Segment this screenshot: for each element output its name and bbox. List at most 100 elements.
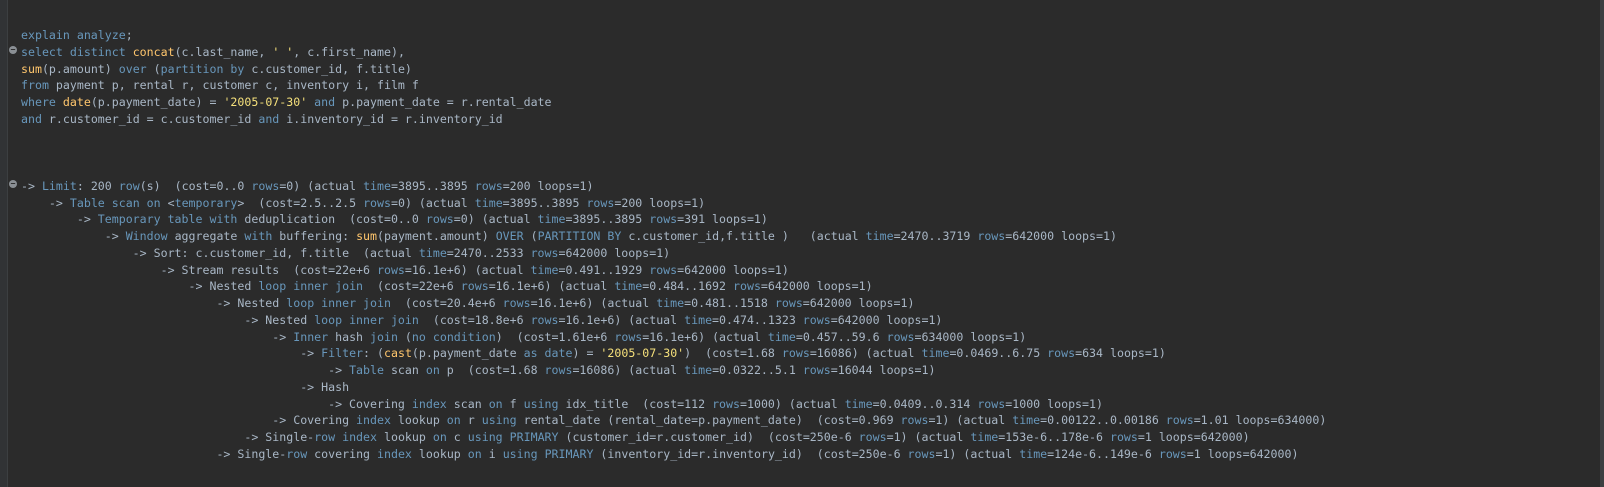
- code-token: rows: [802, 312, 831, 327]
- code-line[interactable]: -> Table scan on p (cost=1.68 rows=16086…: [21, 362, 935, 378]
- code-line[interactable]: explain analyze;: [21, 27, 133, 43]
- code-token: Inner: [293, 329, 329, 344]
- code-line[interactable]: -> Stream results (cost=22e+6 rows=16.1e…: [21, 262, 789, 278]
- code-line[interactable]: -> Nested loop inner join (cost=22e+6 ro…: [21, 278, 873, 294]
- code-line[interactable]: -> Single-row covering index lookup on i…: [21, 446, 1298, 462]
- code-token: =0) (actual: [279, 178, 364, 193]
- code-token: row: [286, 446, 308, 461]
- code-token: ->: [21, 178, 42, 193]
- code-line[interactable]: -> Nested loop inner join (cost=20.4e+6 …: [21, 295, 914, 311]
- code-token: =1 loops=642000): [1186, 446, 1299, 461]
- code-line[interactable]: where date(p.payment_date) = '2005-07-30…: [21, 94, 552, 110]
- code-token: =200 loops=1): [614, 195, 706, 210]
- code-line[interactable]: -> Covering index lookup on r using rent…: [21, 412, 1326, 428]
- code-line[interactable]: -> Sort: c.customer_id, f.title (actual …: [21, 245, 671, 261]
- code-line[interactable]: -> Covering index scan on f using idx_ti…: [21, 396, 1103, 412]
- code-token: row: [118, 178, 140, 193]
- code-line[interactable]: -> Single-row index lookup on c using PR…: [21, 429, 1249, 445]
- code-line[interactable]: -> Filter: (cast(p.payment_date as date)…: [21, 345, 1166, 361]
- code-token: =0) (actual: [453, 212, 538, 227]
- code-line[interactable]: from payment p, rental r, customer c, in…: [21, 77, 419, 93]
- code-token: =1.01 loops=634000): [1193, 413, 1327, 428]
- code-token: =1) (actual: [928, 413, 1013, 428]
- code-token: loop inner join: [258, 279, 364, 294]
- code-token: ) (cost=1.68: [684, 346, 782, 361]
- code-line[interactable]: and r.customer_id = c.customer_id and i.…: [21, 111, 503, 127]
- code-token: ->: [21, 363, 350, 377]
- code-token: rows: [1109, 430, 1138, 444]
- code-token: PARTITION BY: [537, 229, 622, 243]
- code-token: =124e-6..149e-6: [1047, 446, 1159, 461]
- code-token: time: [474, 195, 503, 210]
- code-token: (cost=22e+6: [363, 279, 461, 294]
- code-token: time: [418, 245, 447, 260]
- code-token: <: [160, 195, 175, 210]
- code-token: =642000 loops=1): [802, 296, 915, 310]
- code-token: rows: [530, 312, 559, 327]
- code-token: =634 loops=1): [1075, 346, 1166, 361]
- code-token: join: [370, 329, 398, 344]
- code-token: time: [970, 430, 999, 444]
- code-token: cast: [384, 346, 412, 361]
- code-token: -> Nested: [21, 279, 259, 294]
- code-token: =153e-6..178e-6: [998, 430, 1110, 444]
- sql-editor[interactable]: explain analyze; select distinct concat(c…: [0, 0, 1604, 487]
- code-token: on: [488, 396, 503, 411]
- code-token: =16.1e+6) (actual: [558, 312, 685, 327]
- code-token: -> Stream results (cost=22e+6: [21, 262, 377, 277]
- code-token: and: [258, 111, 280, 126]
- fold-marker-icon[interactable]: −: [9, 180, 17, 188]
- code-line[interactable]: -> Hash: [21, 379, 349, 395]
- code-token: (p.payment_date) =: [90, 95, 224, 109]
- code-token: i: [481, 446, 503, 461]
- code-line[interactable]: select distinct concat(c.last_name, ' ',…: [21, 44, 405, 60]
- code-line[interactable]: -> Nested loop inner join (cost=18.8e+6 …: [21, 312, 942, 328]
- code-token: ->: [21, 329, 294, 344]
- code-token: =634000 loops=1): [914, 329, 1027, 344]
- editor-scrollbar[interactable]: [1600, 0, 1604, 487]
- code-token: rows: [858, 430, 887, 444]
- code-token: rows: [530, 245, 559, 260]
- code-line[interactable]: -> Window aggregate with buffering: sum(…: [21, 228, 1117, 244]
- code-token: =16086) (actual: [572, 363, 685, 377]
- code-token: rows: [802, 363, 831, 377]
- code-line[interactable]: sum(p.amount) over (partition by c.custo…: [21, 61, 412, 77]
- code-token: rows: [502, 296, 531, 310]
- code-token: -> Nested: [21, 312, 315, 327]
- code-token: =0.491..1929: [558, 262, 650, 277]
- code-token: rows: [733, 279, 761, 294]
- code-token: (p.amount): [41, 61, 119, 76]
- code-token: c.customer_id, f.title): [244, 61, 412, 76]
- code-token: aggregate: [167, 229, 245, 243]
- code-token: =642000 loops=1): [677, 262, 789, 277]
- code-token: (cost=18.8e+6: [418, 312, 531, 327]
- code-token: rows: [544, 363, 573, 377]
- code-token: covering: [307, 446, 378, 461]
- code-token: =0.457..59.6: [795, 329, 887, 344]
- code-token: i.inventory_id = r.inventory_id: [279, 111, 503, 126]
- code-line[interactable]: -> Inner hash join (no condition) (cost=…: [21, 329, 1026, 345]
- code-token: loop inner join: [314, 312, 419, 327]
- code-token: payment p, rental r, customer c, invento…: [48, 78, 419, 93]
- code-token: explain analyze: [21, 28, 126, 42]
- code-token: no condition: [411, 329, 496, 344]
- code-token: buffering:: [272, 229, 357, 243]
- code-line[interactable]: -> Limit: 200 row(s) (cost=0..0 rows=0) …: [21, 178, 593, 194]
- code-token: : 200: [76, 178, 119, 193]
- fold-marker-icon[interactable]: −: [9, 46, 17, 54]
- code-token: over: [118, 61, 147, 76]
- code-token: -> Nested: [21, 296, 287, 310]
- code-token: time: [363, 178, 391, 193]
- code-token: =16.1e+6) (actual: [642, 329, 768, 344]
- code-token: as date: [523, 346, 573, 361]
- code-token: =2470..3719: [893, 229, 978, 243]
- code-token: > (cost=2.5..2.5: [237, 195, 364, 210]
- code-token: '2005-07-30': [600, 346, 685, 361]
- code-token: Table scan on: [69, 195, 161, 210]
- code-line[interactable]: -> Temporary table with deduplication (c…: [21, 211, 768, 227]
- code-token: ->: [21, 195, 70, 210]
- code-token: and: [21, 111, 42, 126]
- code-line[interactable]: -> Table scan on <temporary> (cost=2.5..…: [21, 195, 705, 211]
- code-token: sum: [356, 229, 378, 243]
- code-token: OVER: [495, 229, 524, 243]
